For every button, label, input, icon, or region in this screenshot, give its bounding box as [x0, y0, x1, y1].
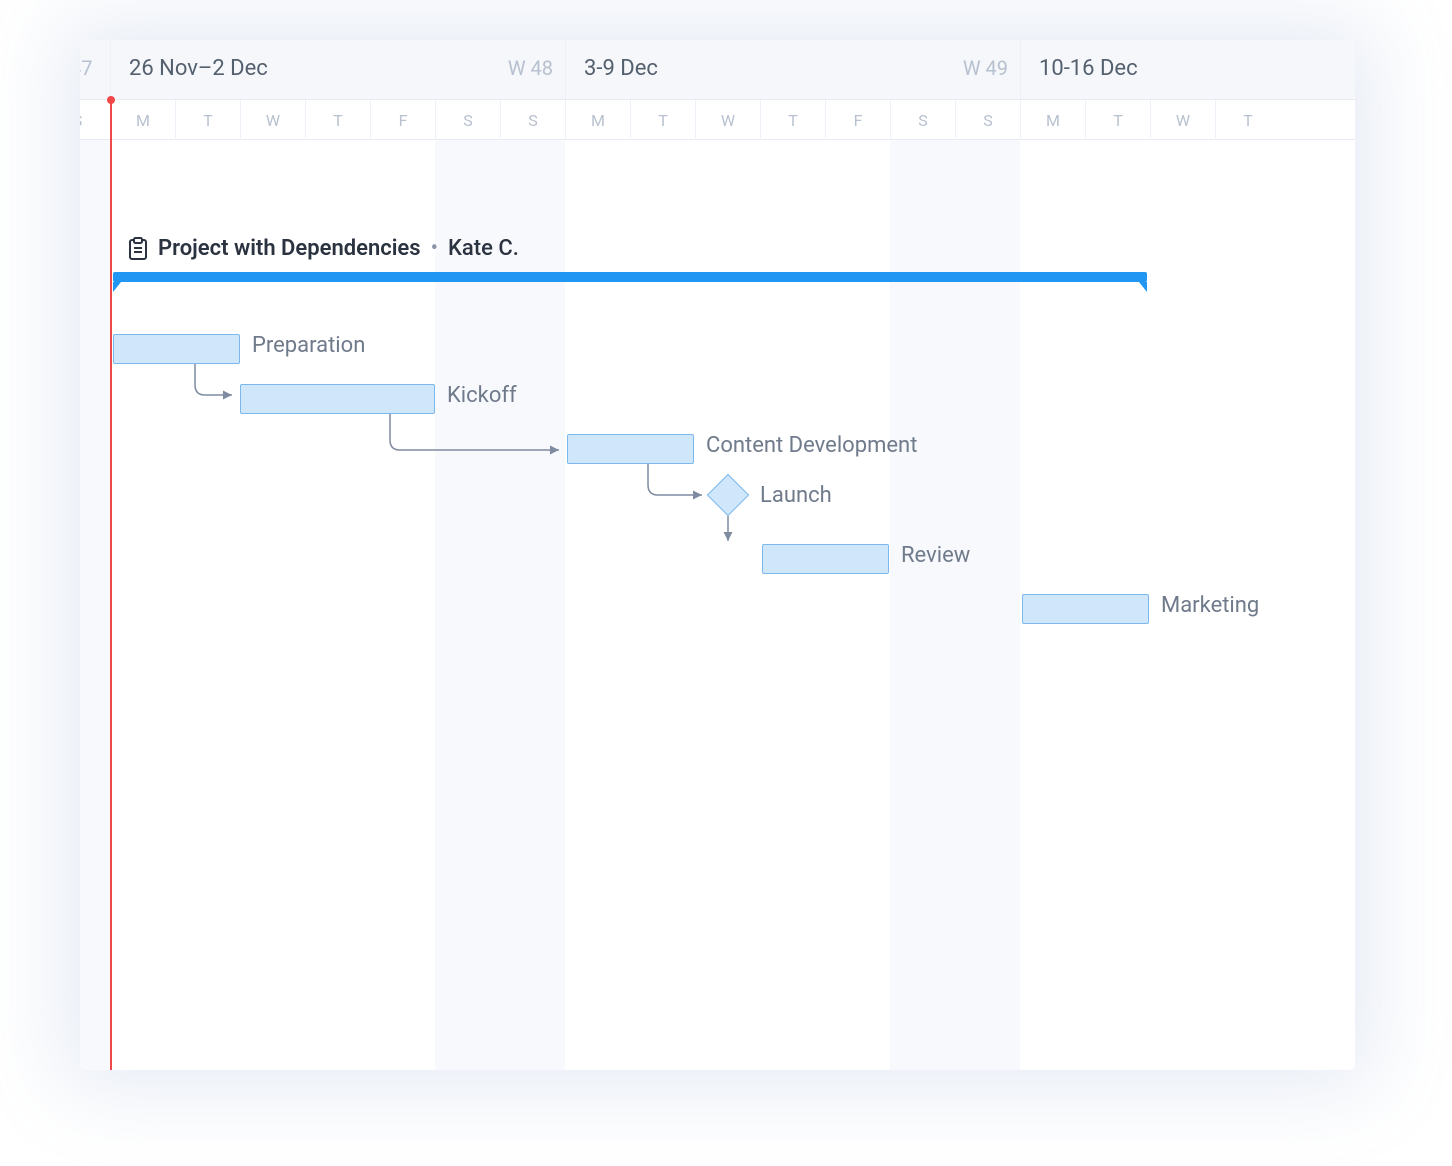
project-owner: Kate C. [448, 236, 519, 261]
week-col-0[interactable]: 26 Nov–2 Dec W 48 [110, 40, 565, 99]
task-bar-preparation[interactable] [113, 334, 240, 364]
day-cell[interactable]: T [1085, 100, 1150, 140]
project-header[interactable]: Project with Dependencies • Kate C. [128, 236, 519, 261]
day-cell[interactable]: S [955, 100, 1020, 140]
timeline-header: 47 26 Nov–2 Dec W 48 3-9 Dec W 49 10-16 … [80, 40, 1355, 100]
week-label-1: 3-9 Dec [584, 56, 658, 81]
task-label-launch: Launch [760, 483, 832, 508]
day-cell[interactable]: T [760, 100, 825, 140]
week-col-2[interactable]: 10-16 Dec [1020, 40, 1355, 99]
task-label-preparation: Preparation [252, 333, 365, 358]
task-label-marketing: Marketing [1161, 593, 1259, 618]
week-col-1[interactable]: 3-9 Dec W 49 [565, 40, 1020, 99]
day-cell[interactable]: S [890, 100, 955, 140]
task-bar-marketing[interactable] [1022, 594, 1149, 624]
task-bar-kickoff[interactable] [240, 384, 435, 414]
task-label-content-development: Content Development [706, 433, 917, 458]
summary-bar[interactable] [113, 272, 1147, 282]
day-cell[interactable]: S [500, 100, 565, 140]
clipboard-icon [128, 237, 148, 261]
day-cell[interactable]: S [435, 100, 500, 140]
task-label-review: Review [901, 543, 970, 568]
day-cell[interactable]: M [110, 100, 175, 140]
task-bar-review[interactable] [762, 544, 889, 574]
day-cell[interactable]: W [695, 100, 760, 140]
day-cell[interactable]: T [305, 100, 370, 140]
day-cell[interactable]: M [1020, 100, 1085, 140]
task-bar-content-development[interactable] [567, 434, 694, 464]
day-cell[interactable]: F [825, 100, 890, 140]
day-cell[interactable]: T [175, 100, 240, 140]
separator-dot: • [431, 236, 438, 261]
timeline-day-row: S M T W T F S S M T W T F S S M T W T [80, 100, 1355, 140]
day-cell[interactable]: S [80, 100, 110, 140]
day-cell[interactable]: T [630, 100, 695, 140]
today-indicator [110, 100, 112, 1070]
week-number-prev: 47 [80, 56, 92, 80]
week-number-0: W 48 [508, 56, 553, 80]
week-label-2: 10-16 Dec [1039, 56, 1138, 81]
today-indicator-dot [107, 96, 115, 104]
milestone-launch[interactable] [707, 474, 749, 516]
day-cell[interactable]: T [1215, 100, 1280, 140]
day-cell[interactable]: W [240, 100, 305, 140]
day-cell[interactable]: M [565, 100, 630, 140]
weekend-shade [80, 140, 110, 1070]
week-number-1: W 49 [963, 56, 1008, 80]
gantt-frame: 47 26 Nov–2 Dec W 48 3-9 Dec W 49 10-16 … [80, 40, 1355, 1070]
task-label-kickoff: Kickoff [447, 383, 517, 408]
day-cell[interactable]: F [370, 100, 435, 140]
project-title: Project with Dependencies [158, 236, 421, 261]
day-cell[interactable]: W [1150, 100, 1215, 140]
week-label-0: 26 Nov–2 Dec [129, 56, 268, 81]
